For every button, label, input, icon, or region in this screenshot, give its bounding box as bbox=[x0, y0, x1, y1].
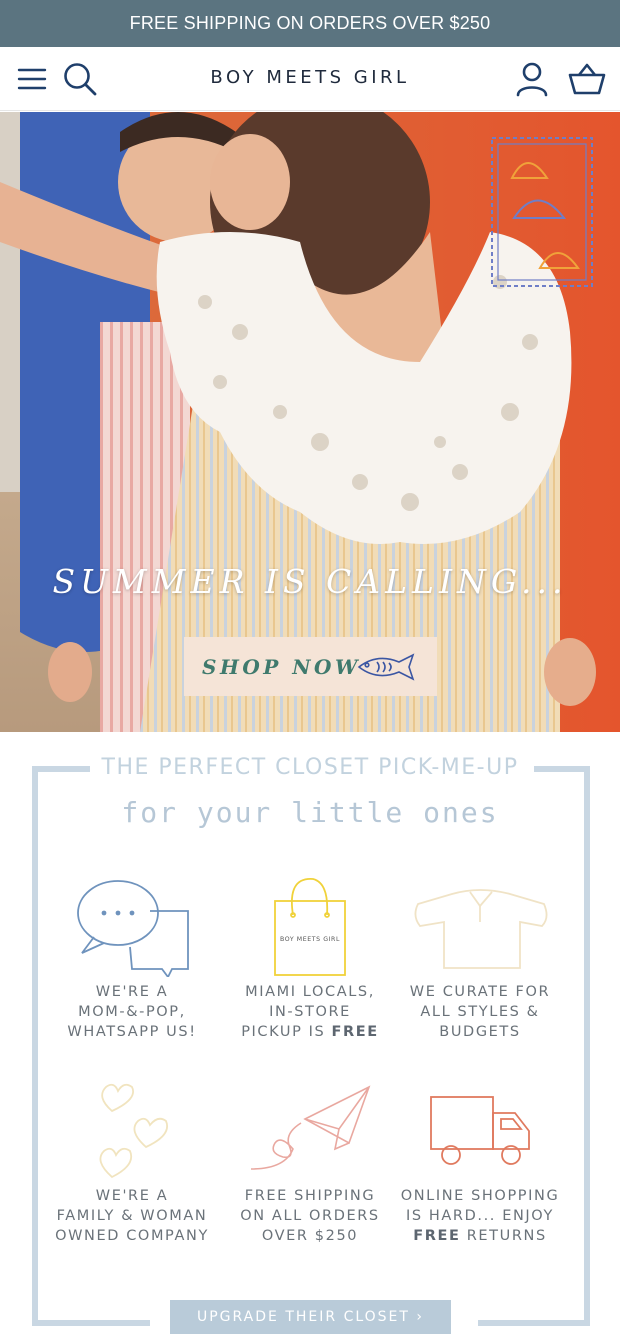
shopping-bag-icon: BOY MEETS GIRL bbox=[220, 872, 400, 982]
feature-text: MIAMI LOCALS, bbox=[245, 984, 375, 1000]
hero-title: SUMMER IS CALLING... bbox=[52, 562, 568, 601]
fish-icon bbox=[355, 652, 417, 687]
feature-text: BUDGETS bbox=[439, 1024, 521, 1040]
hearts-icon bbox=[42, 1076, 222, 1186]
feature-text-suffix: RETURNS bbox=[460, 1228, 547, 1244]
feature-text: MOM-&-POP, bbox=[78, 1004, 186, 1020]
feature-text: ON ALL ORDERS bbox=[240, 1208, 380, 1224]
bag-label: BOY MEETS GIRL bbox=[280, 936, 340, 943]
frame-bottom-right bbox=[478, 1320, 590, 1326]
feature-text: ALL STYLES & bbox=[420, 1004, 540, 1020]
feature-text-last: FREE RETURNS bbox=[390, 1226, 570, 1246]
feature-text: ONLINE SHOPPING bbox=[400, 1188, 560, 1204]
feature-text-prefix: PICKUP IS bbox=[241, 1024, 332, 1040]
feature-curate: WE CURATE FOR ALL STYLES & BUDGETS bbox=[390, 872, 570, 1042]
frame-left bbox=[32, 766, 38, 1326]
perks-section: THE PERFECT CLOSET PICK-ME-UP for your l… bbox=[0, 732, 620, 1344]
frame-right bbox=[584, 766, 590, 1326]
section-subtitle: for your little ones bbox=[121, 796, 499, 829]
feature-shipping: FREE SHIPPING ON ALL ORDERS OVER $250 bbox=[220, 1076, 400, 1246]
feature-text-last: PICKUP IS FREE bbox=[220, 1022, 400, 1042]
feature-text: FAMILY & WOMAN bbox=[56, 1208, 208, 1224]
chat-bubbles-icon bbox=[42, 872, 222, 982]
feature-text: WE CURATE FOR bbox=[409, 984, 551, 1000]
feature-text: WHATSAPP US! bbox=[67, 1024, 197, 1040]
account-icon[interactable] bbox=[512, 59, 552, 99]
feature-text: IN-STORE bbox=[269, 1004, 351, 1020]
shirt-icon bbox=[390, 872, 570, 982]
feature-text: WE'RE A bbox=[95, 984, 169, 1000]
cart-icon[interactable] bbox=[567, 59, 607, 99]
frame-bottom-left bbox=[32, 1320, 150, 1326]
shop-now-label: SHOP NOW bbox=[202, 654, 361, 679]
announcement-bar: FREE SHIPPING ON ORDERS OVER $250 bbox=[0, 0, 620, 47]
feature-whatsapp: WE'RE A MOM-&-POP, WHATSAPP US! bbox=[42, 872, 222, 1042]
feature-text-bold: FREE bbox=[413, 1228, 461, 1244]
feature-text: WE'RE A bbox=[95, 1188, 169, 1204]
feature-text: FREE SHIPPING bbox=[244, 1188, 376, 1204]
feature-text: OWNED COMPANY bbox=[55, 1228, 209, 1244]
announcement-text: FREE SHIPPING ON ORDERS OVER $250 bbox=[129, 13, 491, 33]
feature-family: WE'RE A FAMILY & WOMAN OWNED COMPANY bbox=[42, 1076, 222, 1246]
delivery-truck-icon bbox=[390, 1076, 570, 1186]
upgrade-closet-button[interactable]: UPGRADE THEIR CLOSET › bbox=[170, 1300, 451, 1334]
section-title: THE PERFECT CLOSET PICK-ME-UP bbox=[101, 755, 519, 780]
feature-text: IS HARD... ENJOY bbox=[406, 1208, 554, 1224]
feature-pickup: BOY MEETS GIRL MIAMI LOCALS, IN-STORE PI… bbox=[220, 872, 400, 1042]
feature-text-bold: FREE bbox=[331, 1024, 379, 1040]
feature-returns: ONLINE SHOPPING IS HARD... ENJOY FREE RE… bbox=[390, 1076, 570, 1246]
shop-now-button[interactable]: SHOP NOW bbox=[184, 637, 437, 696]
site-header: BOY MEETS GIRL bbox=[0, 47, 620, 111]
paper-plane-icon bbox=[220, 1076, 400, 1186]
feature-text: OVER $250 bbox=[261, 1228, 359, 1244]
hero-banner[interactable]: SUMMER IS CALLING... SHOP NOW bbox=[0, 112, 620, 732]
